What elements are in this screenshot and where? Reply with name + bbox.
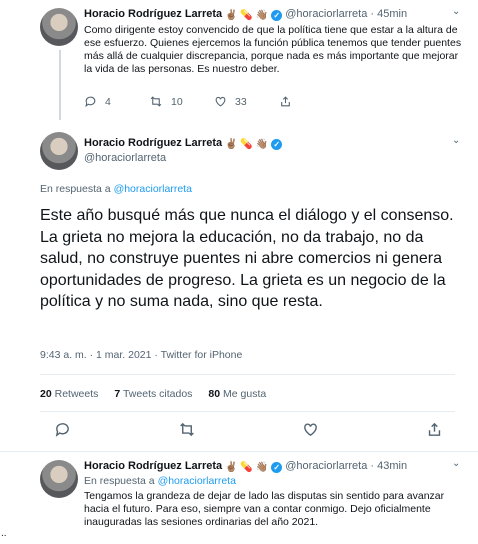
divider bbox=[40, 374, 455, 375]
reply-count: 4 bbox=[105, 95, 111, 108]
reply-context: En respuesta a @horaciorlarreta bbox=[40, 183, 192, 195]
reply-button[interactable]: 4 bbox=[84, 95, 149, 108]
tweet-actions: 4 10 33 bbox=[84, 95, 384, 108]
divider bbox=[40, 411, 455, 412]
separator: · bbox=[370, 460, 375, 472]
avatar[interactable] bbox=[40, 8, 78, 46]
more-options-icon[interactable]: ⌄ bbox=[452, 458, 460, 469]
retweet-count: 10 bbox=[171, 95, 183, 108]
tweet-header: Horacio Rodríguez Larreta ✌🏽 💊 👋🏽 ✓ @hor… bbox=[84, 8, 407, 21]
name-emojis: ✌🏽 💊 👋🏽 bbox=[225, 139, 269, 150]
verified-badge-icon: ✓ bbox=[271, 462, 283, 473]
tweet-header: Horacio Rodríguez Larreta ✌🏽 💊 👋🏽 ✓ @hor… bbox=[84, 460, 407, 473]
author-name[interactable]: Horacio Rodríguez Larreta bbox=[84, 8, 222, 20]
tweet-text: Como dirigente estoy convencido de que l… bbox=[84, 24, 462, 75]
like-button[interactable]: 33 bbox=[214, 95, 279, 108]
verified-badge-icon: ✓ bbox=[271, 139, 283, 150]
reply-prefix: En respuesta a bbox=[84, 475, 155, 487]
verified-badge-icon: ✓ bbox=[271, 10, 283, 21]
tweet-meta[interactable]: 9:43 a. m. · 1 mar. 2021 · Twitter for i… bbox=[40, 349, 242, 361]
reply-icon[interactable] bbox=[54, 421, 71, 438]
quotes-stat[interactable]: 7 Tweets citados bbox=[114, 388, 192, 400]
reply-icon bbox=[84, 95, 97, 108]
likes-stat[interactable]: 80 Me gusta bbox=[208, 388, 266, 400]
tweet-third[interactable]: Horacio Rodríguez Larreta ✌🏽 💊 👋🏽 ✓ @hor… bbox=[0, 452, 478, 544]
tweet-first[interactable]: Horacio Rodríguez Larreta ✌🏽 💊 👋🏽 ✓ @hor… bbox=[0, 0, 478, 120]
author-handle[interactable]: @horaciorlarreta bbox=[285, 460, 367, 472]
retweet-icon[interactable] bbox=[178, 421, 196, 438]
separator: · bbox=[370, 8, 375, 20]
author-name[interactable]: Horacio Rodríguez Larreta bbox=[84, 137, 222, 149]
name-emojis: ✌🏽 💊 👋🏽 bbox=[225, 10, 269, 21]
avatar[interactable] bbox=[40, 132, 78, 170]
name-emojis: ✌🏽 💊 👋🏽 bbox=[225, 462, 269, 473]
author-handle[interactable]: @horaciorlarreta bbox=[285, 8, 367, 20]
reply-context: En respuesta a @horaciorlarreta bbox=[84, 475, 236, 487]
share-icon[interactable] bbox=[426, 421, 443, 438]
heart-icon[interactable] bbox=[302, 421, 319, 438]
main-tweet-text: Este año busqué más que nunca el diálogo… bbox=[40, 207, 454, 310]
reply-to-link[interactable]: @horaciorlarreta bbox=[114, 183, 192, 195]
retweet-button[interactable]: 10 bbox=[149, 95, 214, 108]
author-handle[interactable]: @horaciorlarreta bbox=[84, 152, 166, 164]
reply-prefix: En respuesta a bbox=[40, 183, 111, 195]
author-name[interactable]: Horacio Rodríguez Larreta bbox=[84, 460, 222, 472]
more-options-icon[interactable]: ⌄ bbox=[452, 6, 460, 17]
retweets-stat[interactable]: 20 Retweets bbox=[40, 388, 98, 400]
reply-to-link[interactable]: @horaciorlarreta bbox=[158, 475, 236, 487]
more-options-icon[interactable]: ⌄ bbox=[452, 135, 460, 146]
tweet-text: Tengamos la grandeza de dejar de lado la… bbox=[84, 490, 445, 528]
thread-line bbox=[59, 50, 61, 120]
main-tweet-actions bbox=[40, 421, 455, 438]
tweet-time[interactable]: 43min bbox=[377, 460, 407, 472]
retweet-icon bbox=[149, 95, 163, 108]
share-button[interactable] bbox=[279, 95, 292, 108]
tweet-stats: 20 Retweets 7 Tweets citados 80 Me gusta bbox=[40, 388, 266, 400]
heart-icon bbox=[214, 95, 227, 108]
tweet-header: Horacio Rodríguez Larreta ✌🏽 💊 👋🏽 ✓ bbox=[84, 137, 283, 150]
avatar[interactable] bbox=[40, 460, 78, 498]
like-count: 33 bbox=[235, 95, 247, 108]
side-marker: .. bbox=[1, 528, 7, 539]
tweet-time[interactable]: 45min bbox=[377, 8, 407, 20]
share-icon bbox=[279, 95, 292, 108]
